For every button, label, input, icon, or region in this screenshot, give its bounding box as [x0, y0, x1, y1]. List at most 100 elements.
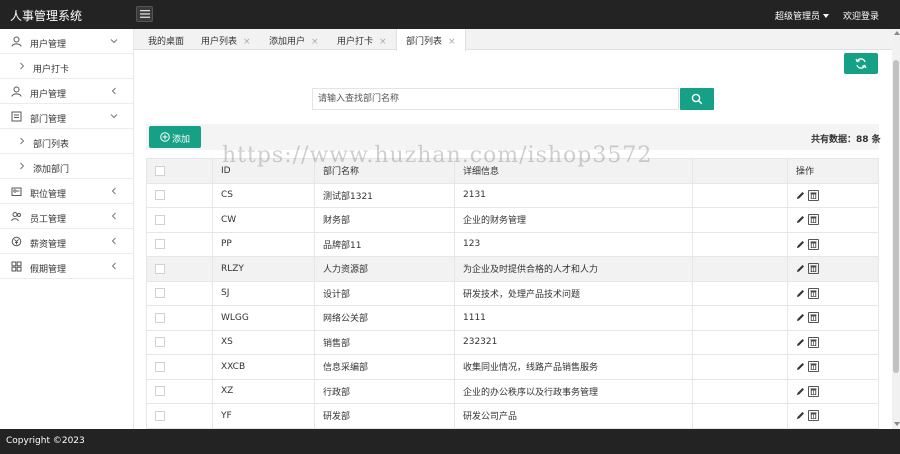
row-checkbox[interactable] — [155, 410, 165, 421]
chevron-down-icon — [110, 39, 118, 44]
sidebar-item-user-management[interactable]: 用户管理 — [0, 29, 133, 54]
tab-desktop[interactable]: 我的桌面 — [148, 29, 184, 50]
sidebar-sub-label: 部门列表 — [33, 140, 70, 150]
add-button-label: 添加 — [172, 135, 191, 145]
cell-name: 研发部 — [314, 403, 455, 429]
row-checkbox[interactable] — [155, 312, 165, 323]
select-all-checkbox[interactable] — [155, 165, 165, 176]
tab-department-list[interactable]: 部门列表 × — [396, 29, 466, 51]
sidebar-item-position-management[interactable]: 职位管理 — [0, 179, 133, 204]
sidebar-sub-user-checkin[interactable]: 用户打卡 — [0, 54, 133, 79]
cell-blank — [692, 256, 788, 282]
delete-button[interactable] — [808, 385, 819, 397]
table-row: WLGG 网络公关部 1111 — [146, 305, 879, 331]
trash-icon — [810, 339, 817, 346]
row-checkbox[interactable] — [155, 361, 165, 372]
tab-add-user[interactable]: 添加用户 × — [269, 29, 319, 50]
cell-actions — [787, 403, 879, 429]
cell-blank — [692, 354, 788, 380]
delete-button[interactable] — [808, 263, 819, 275]
delete-button[interactable] — [808, 287, 819, 299]
delete-button[interactable] — [808, 214, 819, 226]
edit-icon[interactable] — [796, 313, 805, 322]
cell-blank — [692, 182, 788, 208]
tab-user-list[interactable]: 用户列表 × — [201, 29, 251, 50]
cell-blank — [692, 207, 788, 233]
cell-detail: 1111 — [454, 305, 693, 331]
chevron-down-icon — [110, 114, 118, 119]
edit-icon[interactable] — [796, 191, 805, 200]
tab-label: 我的桌面 — [148, 37, 185, 47]
sidebar-item-department-management[interactable]: 部门管理 — [0, 104, 133, 129]
delete-button[interactable] — [808, 361, 819, 373]
close-icon[interactable]: × — [379, 37, 387, 47]
sidebar-item-leave-management[interactable]: 假期管理 — [0, 254, 133, 279]
edit-icon[interactable] — [796, 264, 805, 273]
cell-name: 设计部 — [314, 280, 455, 306]
edit-icon[interactable] — [796, 289, 805, 298]
edit-icon[interactable] — [796, 240, 805, 249]
close-icon[interactable]: × — [243, 37, 251, 47]
top-bar: 人事管理系统 超级管理员 欢迎登录 — [0, 0, 900, 29]
menu-toggle-button[interactable] — [136, 6, 153, 22]
edit-icon[interactable] — [796, 411, 805, 420]
row-checkbox[interactable] — [155, 386, 165, 396]
trash-icon — [810, 363, 817, 371]
footer: Copyright ©2023 — [0, 429, 900, 454]
sidebar-sub-department-list[interactable]: 部门列表 — [0, 129, 133, 154]
delete-button[interactable] — [808, 336, 819, 348]
edit-icon[interactable] — [796, 362, 805, 371]
scrollbar-thumb[interactable] — [893, 60, 899, 373]
cell-id: RLZY — [212, 256, 315, 282]
trash-icon — [810, 265, 817, 273]
close-icon[interactable]: × — [448, 37, 456, 47]
close-icon[interactable]: × — [311, 37, 319, 47]
sidebar-item-user-management-2[interactable]: 用户管理 — [0, 79, 133, 104]
search-button[interactable] — [680, 88, 714, 110]
cell-name: 人力资源部 — [314, 256, 455, 282]
sidebar-item-staff-management[interactable]: 员工管理 — [0, 204, 133, 229]
delete-button[interactable] — [808, 312, 819, 324]
refresh-icon — [855, 58, 867, 69]
search-input[interactable] — [312, 88, 679, 110]
cell-blank — [692, 329, 788, 355]
chevron-right-icon — [20, 137, 25, 145]
edit-icon[interactable] — [796, 215, 805, 224]
chevron-left-icon — [111, 212, 116, 220]
edit-icon[interactable] — [796, 387, 805, 396]
delete-button[interactable] — [808, 189, 819, 201]
cell-detail: 123 — [454, 231, 693, 257]
add-button[interactable]: 添加 — [149, 126, 201, 148]
row-checkbox[interactable] — [155, 239, 165, 249]
row-checkbox[interactable] — [155, 214, 165, 225]
row-checkbox[interactable] — [155, 190, 165, 200]
trash-icon — [810, 388, 817, 395]
edit-icon[interactable] — [796, 338, 805, 347]
delete-button[interactable] — [808, 238, 819, 250]
row-checkbox[interactable] — [155, 263, 165, 274]
refresh-button[interactable] — [844, 53, 878, 74]
cell-detail: 企业的财务管理 — [454, 207, 693, 233]
row-select-cell — [146, 329, 213, 355]
row-checkbox[interactable] — [155, 288, 165, 298]
admin-menu[interactable]: 超级管理员 — [775, 9, 830, 22]
scroll-down-arrow-icon[interactable] — [894, 422, 900, 426]
cell-actions — [787, 378, 879, 404]
welcome-link[interactable]: 欢迎登录 — [843, 9, 879, 22]
sidebar-item-salary-management[interactable]: 薪资管理 — [0, 229, 133, 254]
sidebar-sub-add-department[interactable]: 添加部门 — [0, 154, 133, 179]
cell-id: SJ — [212, 280, 315, 306]
chevron-left-icon — [111, 237, 116, 245]
scroll-up-arrow-icon[interactable] — [894, 31, 900, 35]
cell-name: 信息采编部 — [314, 354, 455, 380]
user-icon — [11, 36, 22, 47]
sidebar-item-label: 用户管理 — [30, 40, 67, 50]
chevron-left-icon — [111, 87, 116, 95]
tab-user-checkin[interactable]: 用户打卡 × — [337, 29, 387, 50]
row-select-cell — [146, 231, 213, 257]
delete-button[interactable] — [808, 410, 819, 422]
table-row: CS 测试部1321 2131 — [146, 182, 879, 208]
trash-icon — [810, 241, 817, 248]
row-checkbox[interactable] — [155, 337, 165, 347]
cell-id: WLGG — [212, 305, 315, 331]
